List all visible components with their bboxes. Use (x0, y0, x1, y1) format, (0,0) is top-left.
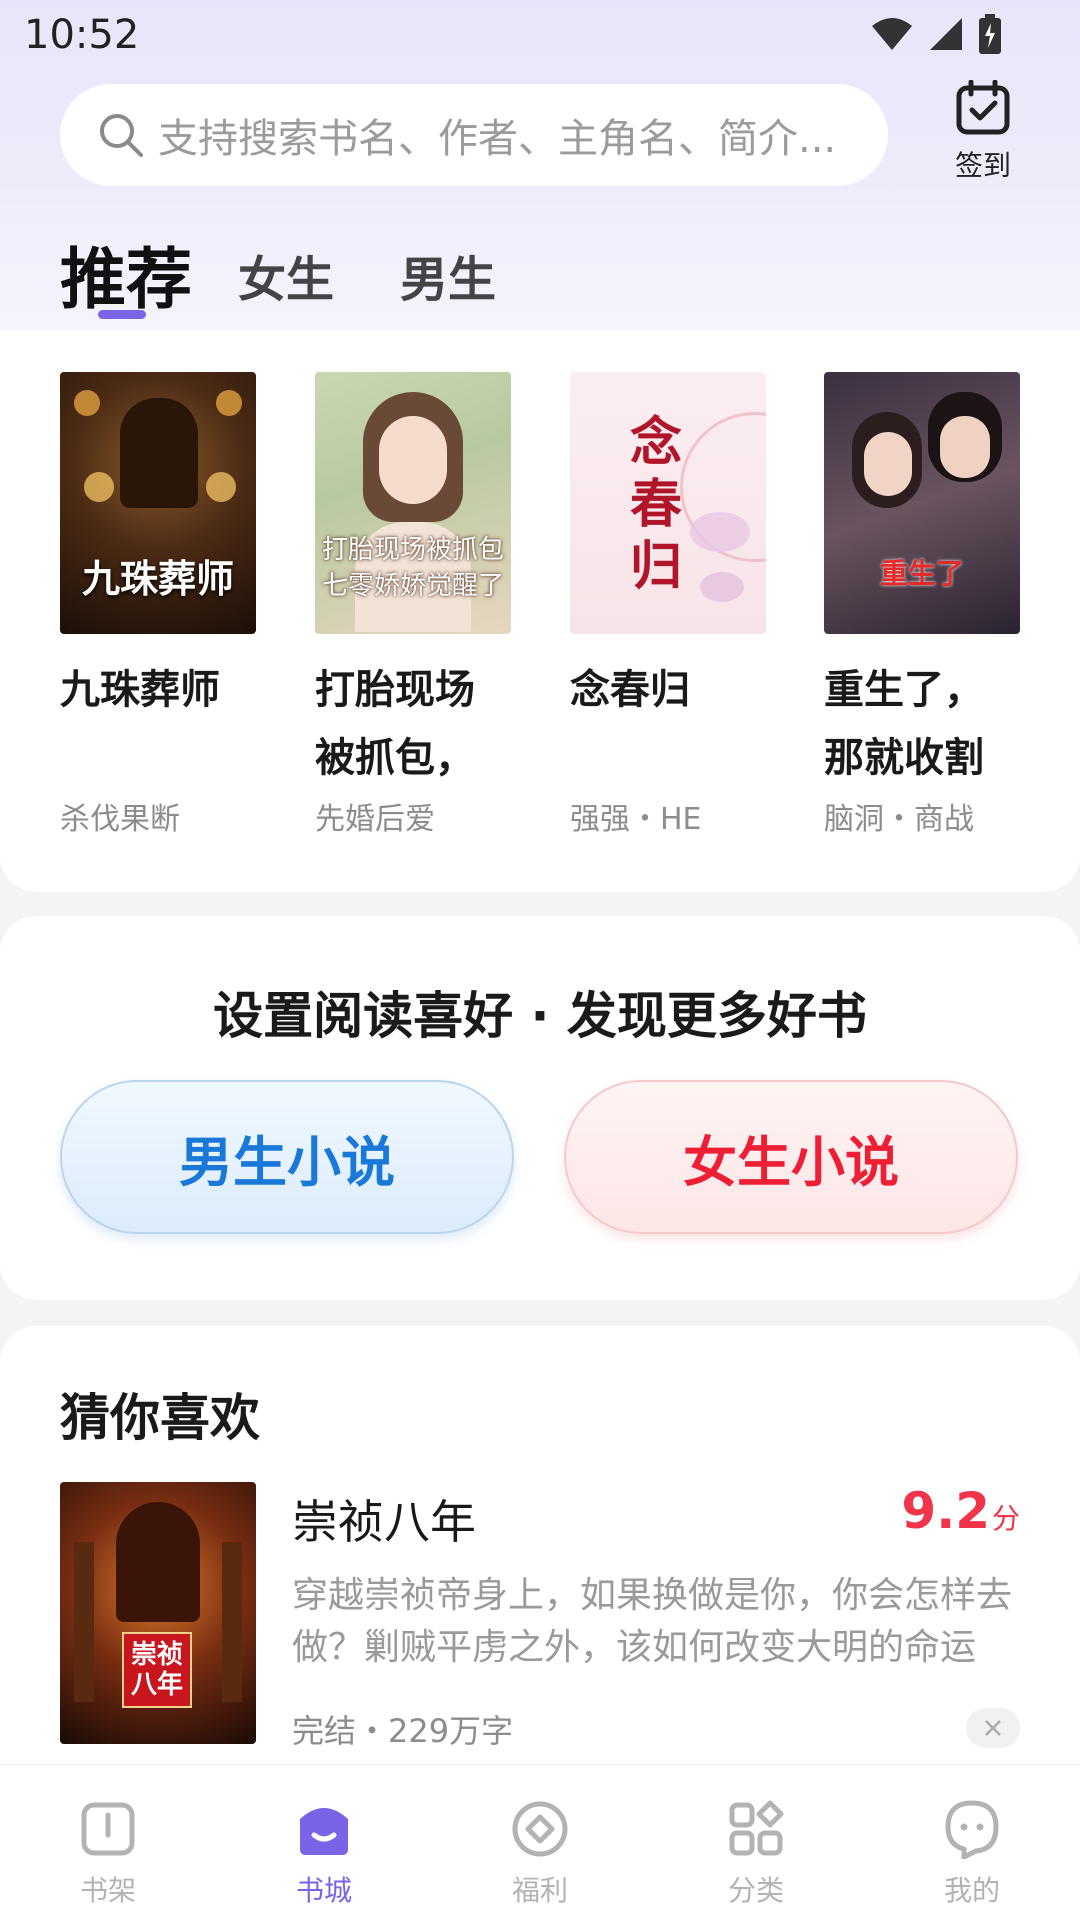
featured-books-section: 九珠葬师 九珠葬师 杀伐果断 打胎现场被抓包 七零娇娇觉醒了 打胎现场被抓包， … (0, 330, 1080, 892)
preference-title: 设置阅读喜好 · 发现更多好书 (213, 987, 867, 1045)
search-input[interactable]: 支持搜索书名、作者、主角名、简介... (60, 84, 888, 186)
welfare-icon (512, 1801, 568, 1857)
book-title: 打胎现场被抓包， (315, 667, 475, 781)
tab-male[interactable]: 男生 (400, 240, 496, 310)
book-cover[interactable]: 打胎现场被抓包 七零娇娇觉醒了 (315, 372, 511, 634)
profile-icon (945, 1800, 999, 1859)
checkin-label: 签到 (954, 149, 1011, 182)
calendar-check-icon (956, 79, 1010, 135)
book-cover[interactable]: 念春归 (570, 372, 766, 634)
nav-welfare[interactable]: 福利 (432, 1765, 648, 1920)
book-title: 重生了，那就收割 (824, 667, 984, 781)
book-description: 穿越崇祯帝身上，如果换做是你，你会怎样去做？剿贼平虏之外，该如何改变大明的命运 (292, 1575, 1013, 1668)
checkin-button[interactable]: 签到 (940, 79, 1026, 184)
book-meta: 完结・229万字 (292, 1712, 514, 1750)
reading-preference-section: 设置阅读喜好 · 发现更多好书 男生小说 女生小说 (0, 916, 1080, 1300)
book-tags: 脑洞・商战 (824, 802, 974, 837)
male-novel-button[interactable]: 男生小说 (60, 1080, 514, 1234)
section-title: 猜你喜欢 (60, 1389, 260, 1447)
tab-recommend[interactable]: 推荐 (60, 226, 192, 322)
book-cover[interactable]: 重生了 (824, 372, 1020, 634)
nav-category[interactable]: 分类 (648, 1765, 864, 1920)
book-card[interactable]: 打胎现场被抓包 七零娇娇觉醒了 打胎现场被抓包， (315, 372, 511, 792)
nav-profile[interactable]: 我的 (864, 1765, 1080, 1920)
status-time: 10:52 (24, 12, 140, 58)
book-tags: 杀伐果断 (60, 802, 180, 837)
book-card[interactable]: 重生了 重生了，那就收割 (824, 372, 1020, 792)
cover-title-text: 打胎现场被抓包 七零娇娇觉醒了 (321, 535, 504, 601)
female-novel-button[interactable]: 女生小说 (564, 1080, 1018, 1234)
tab-female[interactable]: 女生 (238, 240, 334, 310)
status-bar: 10:52 (0, 0, 1080, 74)
score-value: 9.2 (901, 1482, 990, 1540)
nav-label: 我的 (943, 1874, 1000, 1907)
category-icon (729, 1800, 784, 1856)
bookshelf-icon (81, 1802, 135, 1856)
close-icon (985, 1720, 1001, 1736)
book-score: 9.2分 (901, 1482, 1020, 1540)
book-tags: 强强・HE (570, 802, 702, 837)
nav-label: 书架 (79, 1874, 136, 1907)
book-tags: 先婚后爱 (315, 802, 435, 837)
bottom-nav: 书架 书城 福利 分类 我的 (0, 1764, 1080, 1920)
book-card[interactable]: 念春归 念春归 (570, 372, 766, 724)
bookstore-icon (300, 1808, 348, 1855)
book-card[interactable]: 九珠葬师 九珠葬师 (60, 372, 256, 724)
book-cover[interactable]: 九珠葬师 (60, 372, 256, 634)
search-placeholder: 支持搜索书名、作者、主角名、简介... (158, 116, 837, 162)
cover-title-text: 念春归 (630, 412, 683, 597)
book-cover[interactable]: 崇祯八年 (60, 1482, 256, 1744)
dismiss-button[interactable] (966, 1708, 1020, 1748)
nav-bookshelf[interactable]: 书架 (0, 1765, 216, 1920)
nav-label: 书城 (295, 1874, 352, 1907)
battery-icon (979, 14, 1001, 54)
book-name[interactable]: 崇祯八年 (292, 1486, 476, 1552)
nav-label: 福利 (511, 1874, 568, 1907)
status-icons (870, 14, 1002, 54)
book-title: 念春归 (570, 667, 690, 713)
cover-title-text: 重生了 (879, 557, 964, 590)
signal-icon (930, 18, 962, 50)
tab-indicator (98, 310, 146, 319)
score-unit: 分 (991, 1502, 1020, 1535)
nav-bookstore[interactable]: 书城 (216, 1765, 432, 1920)
cover-title-text: 九珠葬师 (81, 557, 234, 601)
wifi-icon (872, 18, 912, 50)
book-title: 九珠葬师 (60, 667, 220, 713)
nav-label: 分类 (727, 1874, 784, 1907)
search-icon (100, 114, 143, 157)
cover-title-text: 崇祯八年 (122, 1632, 192, 1708)
